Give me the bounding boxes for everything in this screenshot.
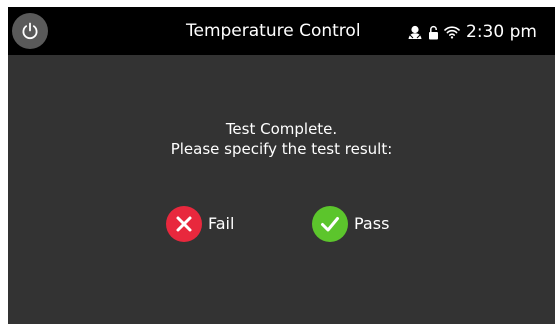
dialog-instruction: Please specify the test result: [170, 140, 393, 158]
app-title: Temperature Control [186, 21, 361, 41]
pass-button-label: Pass [354, 214, 390, 233]
power-button[interactable] [12, 13, 48, 49]
status-icons: 2:30 pm [407, 20, 537, 44]
fail-button-label: Fail [208, 214, 235, 233]
power-icon [19, 20, 41, 42]
user-icon [407, 24, 423, 40]
dialog-title: Test Complete. [225, 120, 338, 138]
device-screen: Temperature Control 2:30 pm Test Complet… [8, 7, 555, 324]
wifi-icon [444, 25, 460, 39]
pass-button[interactable]: Pass [312, 206, 389, 242]
clock: 2:30 pm [466, 22, 537, 42]
lock-icon [428, 25, 439, 40]
close-icon [166, 206, 202, 242]
status-bar: Temperature Control 2:30 pm [8, 7, 555, 55]
fail-button[interactable]: Fail [166, 206, 234, 242]
checkmark-icon [312, 206, 348, 242]
dialog-message: Test Complete. Please specify the test r… [8, 119, 555, 159]
